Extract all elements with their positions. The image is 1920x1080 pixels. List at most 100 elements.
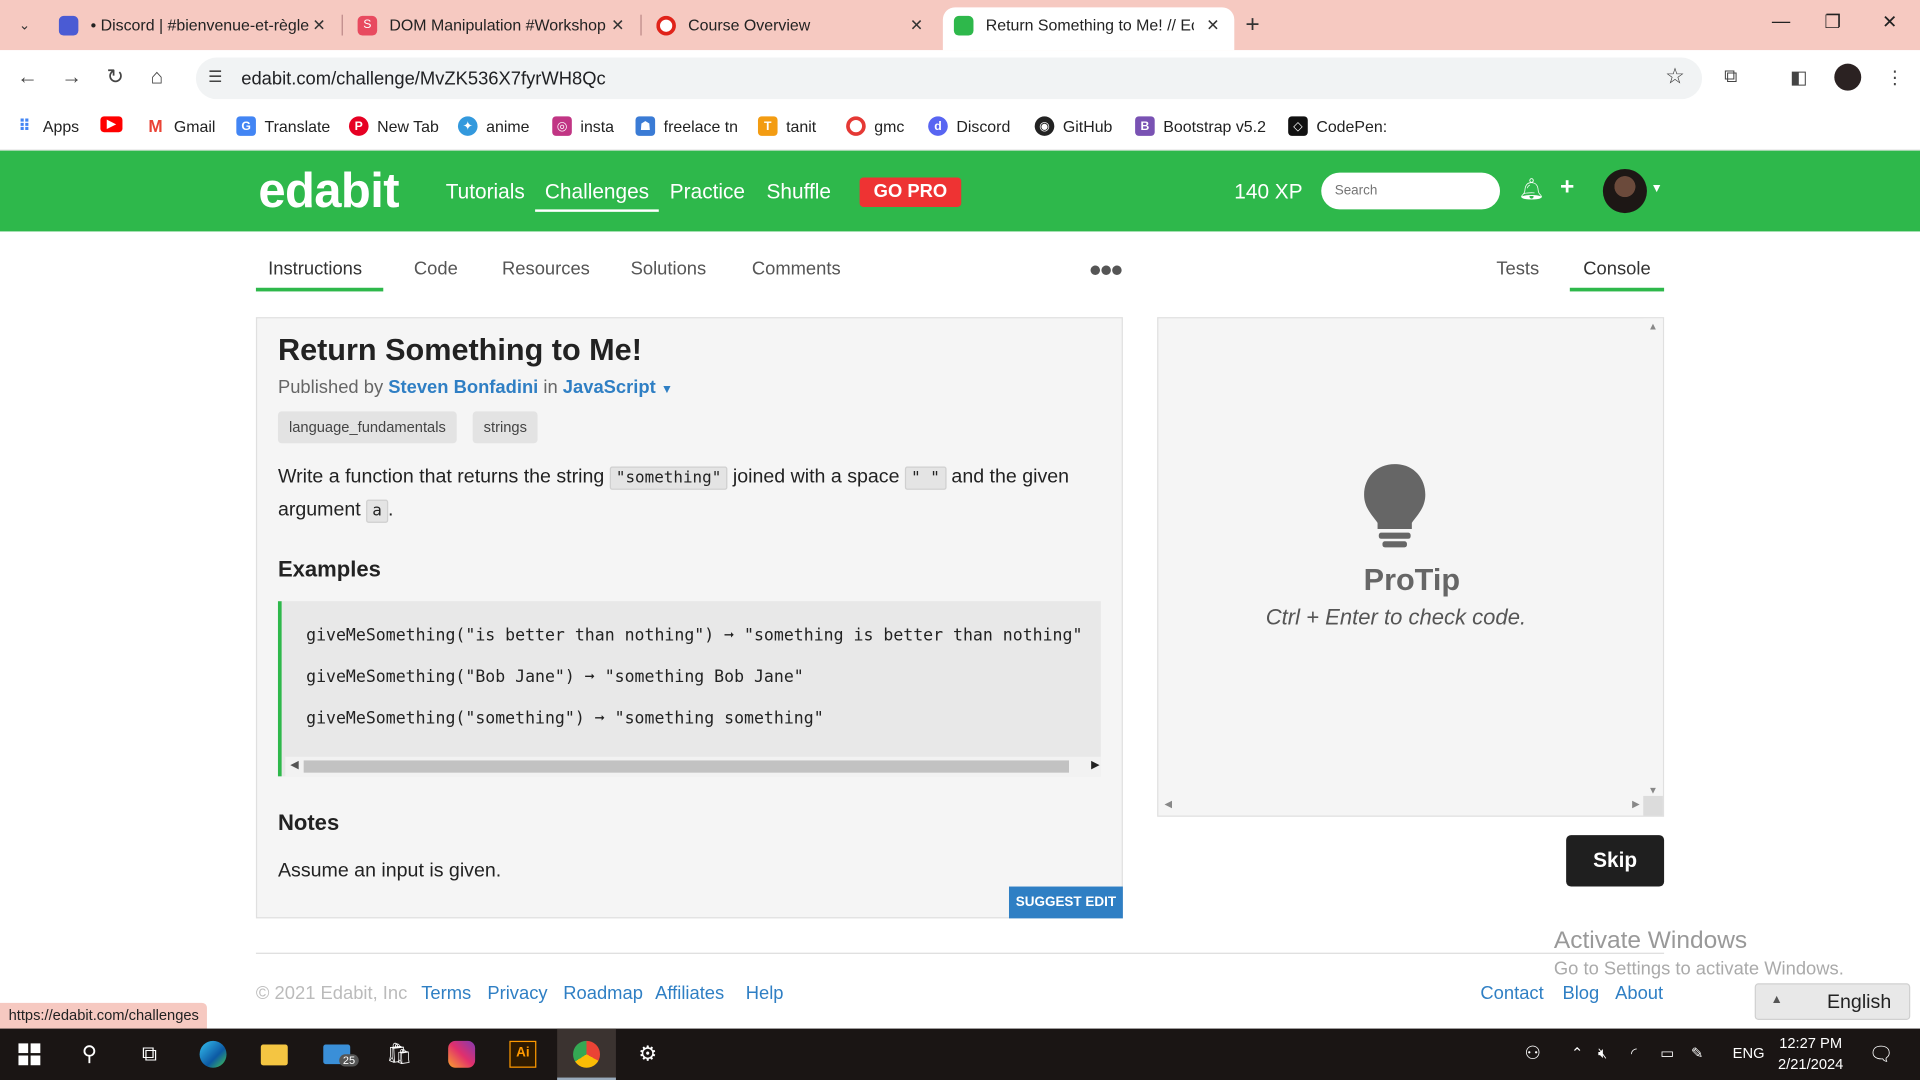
home-icon[interactable]: ⌂ [151,65,164,89]
system-clock[interactable]: 12:27 PM 2/21/2024 [1778,1033,1843,1075]
suggest-edit-button[interactable]: SUGGEST EDIT [1008,886,1123,919]
tag-strings[interactable]: strings [472,411,538,444]
bookmark-star-icon[interactable]: ☆ [1665,64,1685,90]
horizontal-scrollbar[interactable]: ◀ ▶ [1158,796,1645,816]
go-pro-button[interactable]: GO PRO [859,177,962,207]
scroll-right-icon[interactable]: ▶ [1091,758,1099,771]
user-avatar[interactable] [1602,168,1647,214]
footer-link-terms[interactable]: Terms [421,983,471,1004]
task-view-icon[interactable]: ⧉ [135,1040,164,1069]
bookmark-gmc[interactable]: gmc [846,116,904,136]
edabit-logo[interactable]: edabit [258,164,399,219]
chevron-up-icon[interactable]: ⌃ [1571,1044,1583,1061]
site-info-icon[interactable]: ☰ [208,67,222,87]
instagram-app-icon[interactable] [447,1040,476,1069]
restore-icon[interactable]: ❐ [1825,11,1841,33]
profile-avatar[interactable] [1834,63,1862,91]
tag-language-fundamentals[interactable]: language_fundamentals [277,411,457,444]
nav-tutorials[interactable]: Tutorials [446,180,525,204]
edge-icon[interactable] [198,1040,227,1069]
footer-link-help[interactable]: Help [746,983,784,1004]
bookmark-freelance[interactable]: ☗ freelace tn [635,116,738,136]
scroll-right-icon[interactable]: ▶ [1632,798,1640,809]
notifications-icon[interactable]: 🗨︎ [1869,1042,1894,1066]
address-bar[interactable]: ☰ edabit.com/challenge/MvZK536X7fyrWH8Qc… [195,57,1703,100]
nav-practice[interactable]: Practice [670,180,745,204]
language-selector[interactable]: ▲ English [1754,983,1911,1021]
more-options-icon[interactable]: ●●● [1089,257,1124,283]
bell-icon[interactable]: 🔔︎ [1518,178,1544,202]
bookmark-gmail[interactable]: M Gmail [146,116,215,136]
input-language[interactable]: ENG [1733,1044,1765,1061]
scrollbar-thumb[interactable] [303,760,1069,773]
extensions-icon[interactable]: ⧉ [1724,66,1737,87]
close-window-icon[interactable]: ✕ [1882,11,1897,33]
author-link[interactable]: Steven Bonfadini [388,377,538,398]
search-icon[interactable]: ⚲ [75,1040,104,1069]
footer-link-blog[interactable]: Blog [1562,983,1599,1004]
network-icon[interactable]: ◜ [1631,1044,1637,1061]
horizontal-scrollbar[interactable]: ◀ ▶ [285,756,1101,777]
minimize-icon[interactable]: — [1772,11,1790,32]
settings-gear-icon[interactable]: ⚙ [633,1040,662,1069]
close-tab-icon[interactable]: ✕ [1206,15,1219,35]
close-tab-icon[interactable]: ✕ [312,15,325,35]
chevron-down-icon[interactable]: ▼ [1651,182,1663,195]
tab-instructions[interactable]: Instructions [268,258,362,279]
tab-dom-manipulation[interactable]: S DOM Manipulation #Workshop ✕ [357,7,632,43]
scroll-up-icon[interactable]: ▲ [1648,321,1658,332]
bookmark-discord[interactable]: d Discord [928,116,1010,136]
mail-icon[interactable]: 25 [322,1040,359,1069]
footer-link-roadmap[interactable]: Roadmap [563,983,643,1004]
bookmark-apps[interactable]: ⠿ Apps [15,116,79,136]
tab-code[interactable]: Code [414,258,458,279]
side-panel-icon[interactable]: ◧ [1790,66,1807,88]
bookmark-insta[interactable]: ◎ insta [552,116,614,136]
scroll-down-icon[interactable]: ▼ [1648,785,1658,796]
bookmark-tanit[interactable]: Ttanit [757,116,816,136]
store-icon[interactable]: 🛍︎ [384,1040,413,1069]
tab-solutions[interactable]: Solutions [631,258,707,279]
nav-shuffle[interactable]: Shuffle [767,180,831,204]
tab-discord[interactable]: • Discord | #bienvenue-et-règle ✕ [58,7,333,43]
pen-icon[interactable]: ✎ [1691,1044,1703,1061]
bookmark-bootstrap[interactable]: B Bootstrap v5.2 [1135,116,1266,136]
menu-kebab-icon[interactable]: ⋮ [1886,66,1904,88]
close-tab-icon[interactable]: ✕ [611,15,624,35]
bookmark-translate[interactable]: G Translate [236,116,330,136]
battery-icon[interactable]: ▭ [1660,1044,1674,1061]
language-dropdown[interactable]: JavaScript ▼ [563,377,673,398]
bookmark-codepen[interactable]: ◇ CodePen: [1288,116,1387,136]
bookmark-youtube[interactable]: ▶ [100,116,131,133]
tab-tests[interactable]: Tests [1496,258,1539,279]
vertical-scrollbar[interactable]: ▲ ▼ [1643,318,1663,799]
bookmark-anime[interactable]: ✦ anime [457,116,530,136]
tab-console[interactable]: Console [1583,258,1650,279]
file-explorer-icon[interactable] [260,1040,289,1069]
bookmark-pinterest[interactable]: P New Tab [348,116,439,136]
illustrator-icon[interactable]: Ai [508,1040,537,1069]
tab-edabit-active[interactable]: Return Something to Me! // Edabit ✕ [942,7,1235,51]
footer-link-contact[interactable]: Contact [1480,983,1543,1004]
nav-challenges[interactable]: Challenges [535,180,659,212]
footer-link-about[interactable]: About [1615,983,1663,1004]
skip-button[interactable]: Skip [1566,835,1665,887]
back-icon[interactable]: ← [17,65,38,89]
forward-icon[interactable]: → [61,65,82,89]
reload-icon[interactable]: ↻ [107,65,124,89]
people-icon[interactable]: ⚇ [1525,1042,1541,1064]
tab-comments[interactable]: Comments [752,258,841,279]
footer-link-privacy[interactable]: Privacy [487,983,547,1004]
volume-muted-icon[interactable]: 🔇︎ [1598,1044,1607,1062]
search-input[interactable] [1321,172,1501,210]
windows-start-icon[interactable] [15,1040,44,1069]
bookmark-github[interactable]: ◉ GitHub [1034,116,1112,136]
tab-search-button[interactable]: ⌄ [10,10,39,39]
scroll-left-icon[interactable]: ◀ [290,758,298,771]
close-tab-icon[interactable]: ✕ [910,15,923,35]
new-tab-button[interactable]: + [1245,11,1259,39]
tab-resources[interactable]: Resources [502,258,590,279]
tab-course-overview[interactable]: Course Overview ✕ [656,7,930,43]
footer-link-affiliates[interactable]: Affiliates [655,983,724,1004]
plus-icon[interactable]: + [1560,174,1574,202]
